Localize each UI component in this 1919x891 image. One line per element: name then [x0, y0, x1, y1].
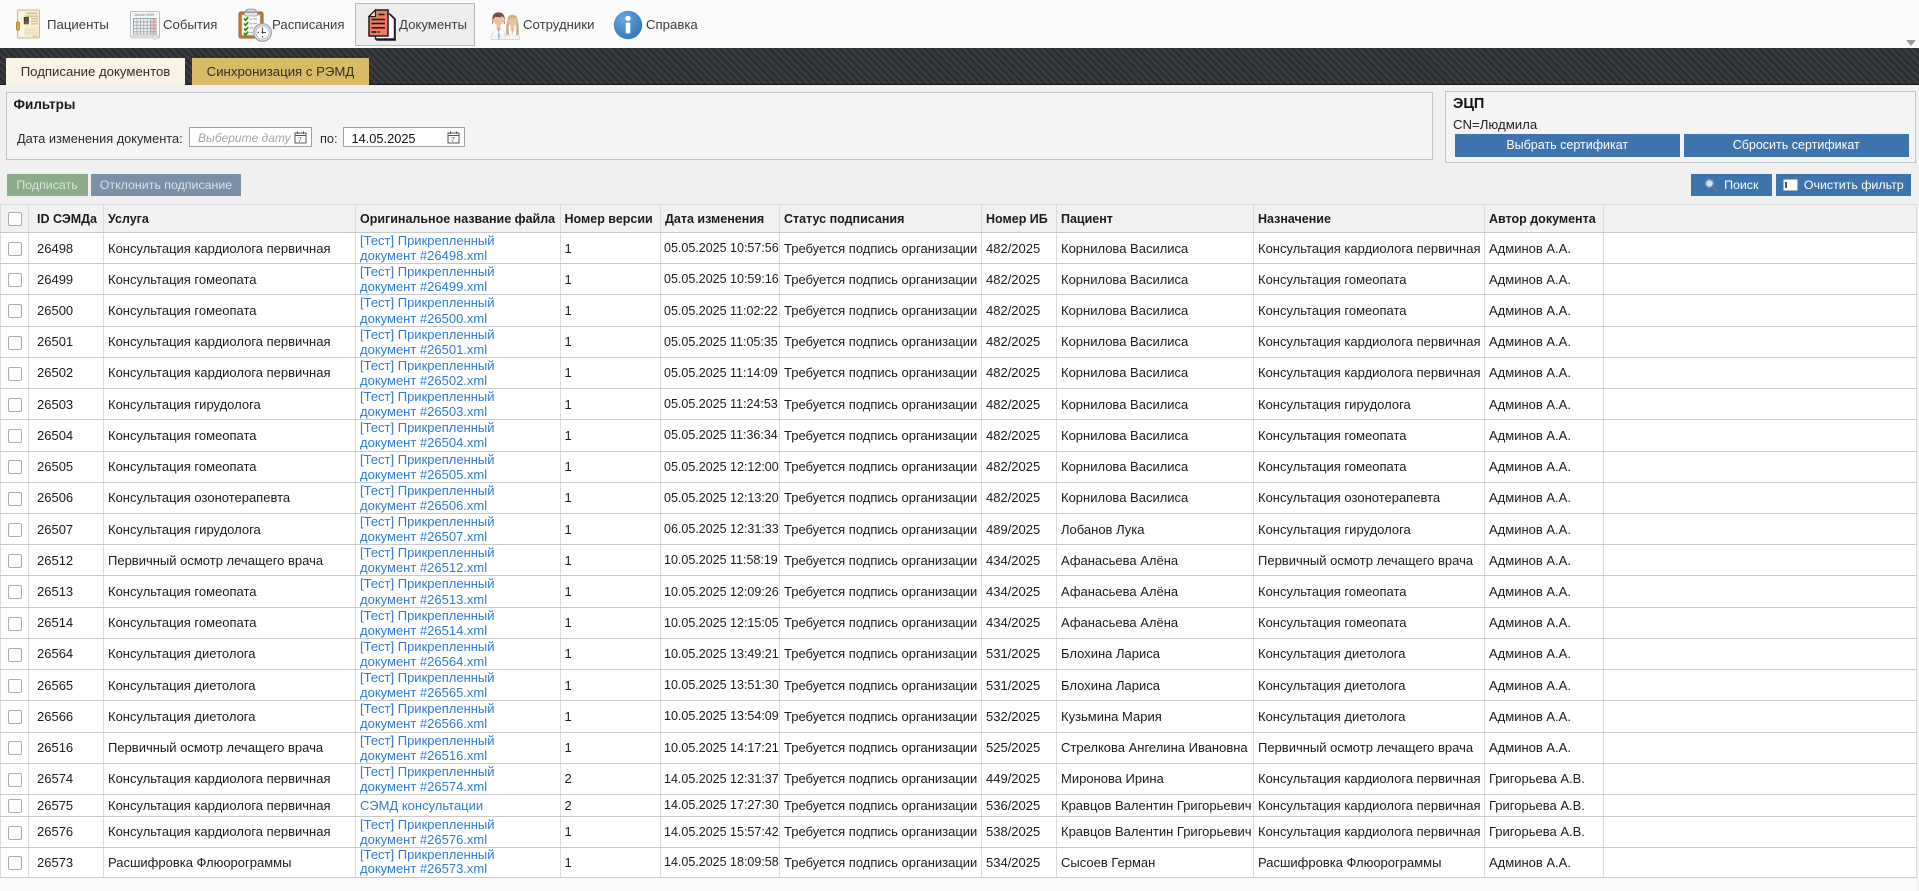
svg-text:7: 7: [451, 137, 455, 144]
svg-text:7: 7: [298, 137, 302, 144]
svg-text:Januar 2009: Januar 2009: [134, 13, 154, 17]
